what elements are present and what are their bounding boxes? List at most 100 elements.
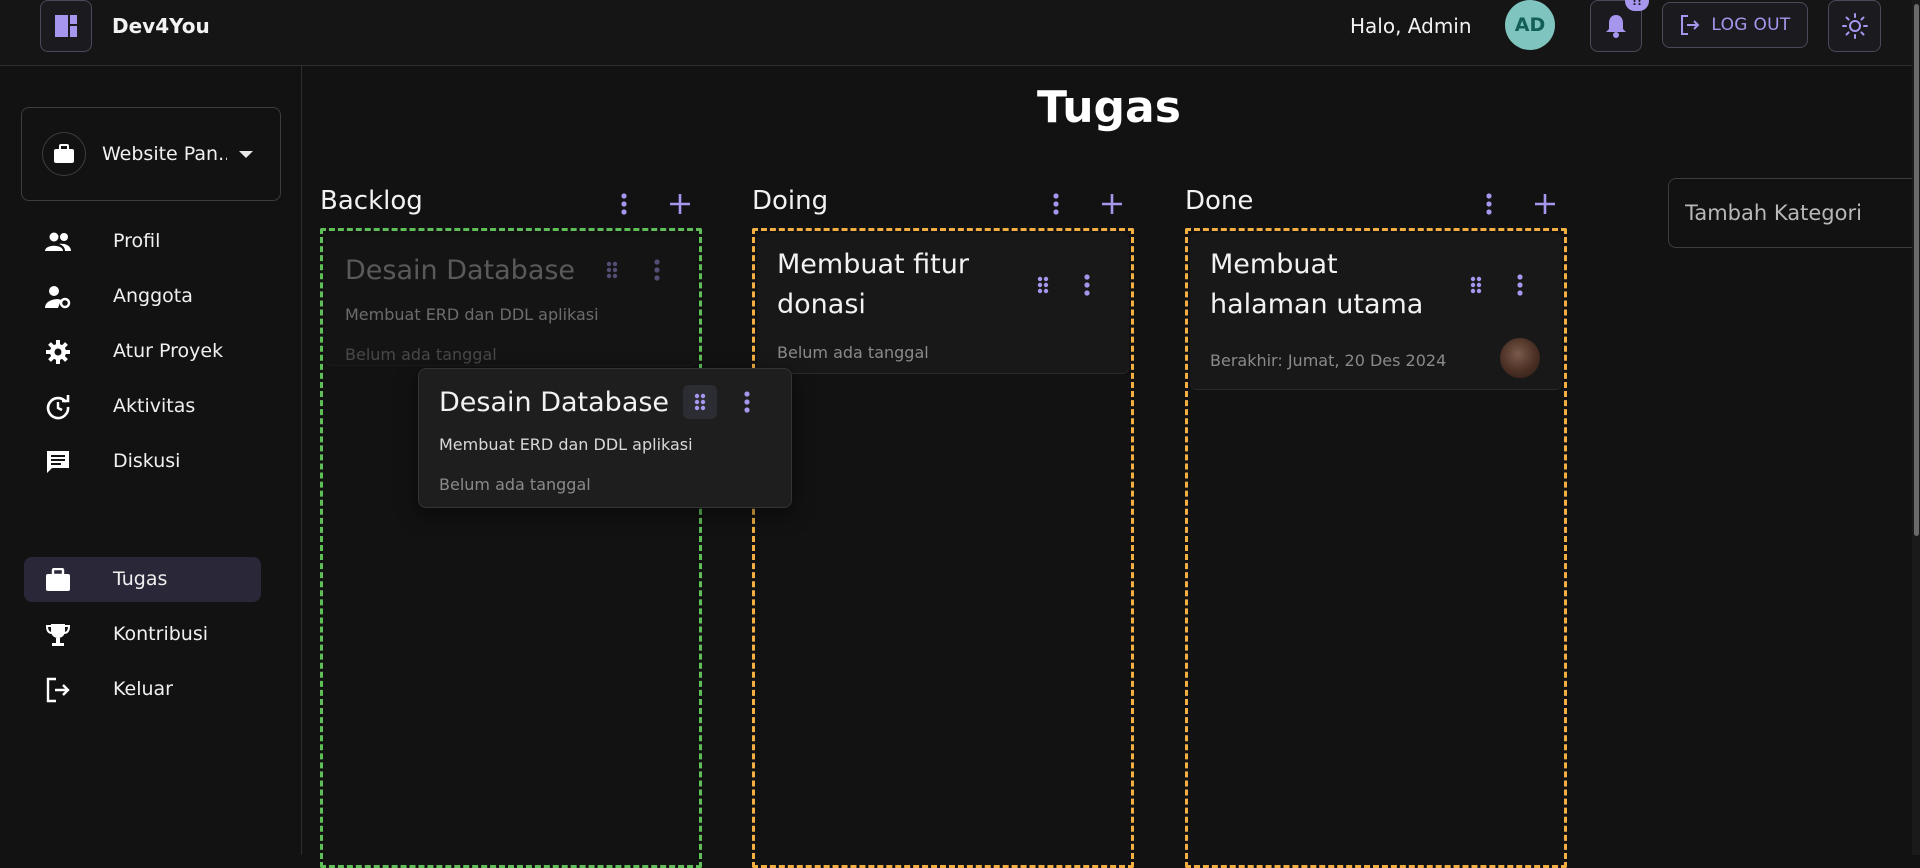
sidebar-item-label: Atur Proyek [113, 340, 224, 362]
add-category-input[interactable] [1685, 201, 1905, 225]
column-dropzone-done[interactable]: Membuat halaman utama Berakhir: Jumat, 2… [1185, 228, 1567, 868]
sidebar-item-label: Kontribusi [113, 623, 208, 645]
sun-icon [1841, 13, 1868, 39]
sidebar-item-atur-proyek[interactable]: Atur Proyek [24, 329, 261, 374]
sidebar-item-tugas[interactable]: Tugas [24, 557, 261, 602]
logout-icon [1681, 15, 1700, 35]
task-title-line-1: Membuat [1210, 249, 1338, 280]
drag-dots-icon [694, 393, 706, 411]
member-settings-icon [44, 283, 72, 311]
drag-handle [595, 253, 629, 287]
drag-handle[interactable] [683, 385, 717, 419]
column-header-backlog: Backlog [320, 186, 710, 220]
chat-icon [44, 448, 72, 476]
more-vertical-icon [744, 391, 750, 413]
column-dropzone-backlog[interactable]: Desain Database Membuat ERD dan DDL apli… [320, 228, 702, 868]
column-title: Doing [752, 186, 829, 216]
dragging-task-card[interactable]: Desain Database Membuat ERD dan DDL apli… [418, 368, 792, 508]
task-date: Belum ada tanggal [439, 475, 591, 494]
task-description: Membuat ERD dan DDL aplikasi [345, 305, 599, 324]
column-title: Backlog [320, 186, 423, 216]
project-selector[interactable]: Website Pan... [21, 107, 281, 201]
card-menu-button[interactable] [1075, 268, 1099, 302]
task-title-line-1: Membuat fitur [777, 249, 969, 280]
column-menu-button[interactable] [1477, 190, 1501, 218]
notification-badge: !! [1625, 0, 1649, 11]
drag-handle[interactable] [1459, 268, 1493, 302]
sidebar-item-label: Diskusi [113, 450, 181, 472]
add-task-button[interactable] [666, 190, 694, 218]
more-vertical-icon [621, 193, 627, 215]
sidebar-item-anggota[interactable]: Anggota [24, 274, 261, 319]
plus-icon [1535, 194, 1555, 214]
drag-dots-icon [1037, 276, 1049, 294]
task-title-line-2: donasi [777, 289, 866, 320]
task-title: Desain Database [345, 255, 576, 286]
sidebar-item-diskusi[interactable]: Diskusi [24, 439, 261, 484]
notifications-button[interactable]: !! [1590, 0, 1649, 52]
task-card[interactable]: Membuat fitur donasi Belum ada tanggal [757, 233, 1129, 373]
project-icon-wrap [42, 132, 86, 176]
logout-button[interactable]: LOG OUT [1662, 2, 1808, 48]
user-greeting: Halo, Admin [1350, 14, 1472, 38]
column-menu-button[interactable] [1044, 190, 1068, 218]
user-avatar[interactable]: AD [1505, 0, 1555, 50]
task-card[interactable]: Membuat halaman utama Berakhir: Jumat, 2… [1190, 233, 1562, 389]
plus-icon [1102, 194, 1122, 214]
top-bar: Dev4You Halo, Admin AD !! LOG OUT [0, 0, 1920, 66]
theme-toggle-button[interactable] [1828, 0, 1881, 52]
drag-handle[interactable] [1026, 268, 1060, 302]
column-dropzone-doing[interactable]: Membuat fitur donasi Belum ada tanggal [752, 228, 1134, 868]
task-date: Berakhir: Jumat, 20 Des 2024 [1210, 351, 1447, 370]
more-vertical-icon [654, 259, 660, 281]
more-vertical-icon [1517, 274, 1523, 296]
column-header-doing: Doing [752, 186, 1142, 220]
sidebar-item-label: Keluar [113, 678, 173, 700]
page-title: Tugas [1037, 82, 1181, 133]
card-menu-button [645, 253, 669, 287]
sidebar-item-label: Tugas [113, 568, 168, 590]
task-description: Membuat ERD dan DDL aplikasi [439, 435, 693, 454]
task-date: Belum ada tanggal [345, 345, 497, 364]
sidebar-item-aktivitas[interactable]: Aktivitas [24, 384, 261, 429]
task-date: Belum ada tanggal [777, 343, 929, 362]
task-card-placeholder: Desain Database Membuat ERD dan DDL apli… [325, 235, 697, 365]
sidebar-item-label: Profil [113, 230, 161, 252]
scrollbar-thumb[interactable] [1914, 4, 1919, 536]
column-title: Done [1185, 186, 1254, 216]
sidebar: Website Pan... Profil Anggota Atur Proye… [0, 66, 302, 855]
more-vertical-icon [1084, 274, 1090, 296]
card-menu-button[interactable] [1508, 268, 1532, 302]
column-header-done: Done [1185, 186, 1575, 220]
more-vertical-icon [1486, 193, 1492, 215]
drag-dots-icon [606, 261, 618, 279]
bell-icon [1606, 15, 1626, 38]
menu-toggle-button[interactable] [40, 0, 92, 52]
chevron-down-icon [239, 150, 253, 158]
sidebar-item-keluar[interactable]: Keluar [24, 667, 261, 712]
plus-icon [670, 194, 690, 214]
card-menu-button[interactable] [735, 385, 759, 419]
drag-dots-icon [1470, 276, 1482, 294]
history-icon [44, 393, 72, 421]
more-vertical-icon [1053, 193, 1059, 215]
task-title-line-2: halaman utama [1210, 289, 1424, 320]
briefcase-icon [54, 144, 74, 163]
people-icon [44, 228, 72, 256]
briefcase-icon [44, 566, 72, 594]
add-task-button[interactable] [1531, 190, 1559, 218]
logout-icon [44, 676, 72, 704]
sidebar-item-kontribusi[interactable]: Kontribusi [24, 612, 261, 657]
gear-icon [44, 338, 72, 366]
project-name: Website Pan... [102, 143, 227, 165]
trophy-icon [44, 621, 72, 649]
logout-label: LOG OUT [1711, 15, 1791, 35]
add-category-field[interactable] [1668, 178, 1920, 248]
sidebar-item-profil[interactable]: Profil [24, 219, 261, 264]
sidebar-item-label: Aktivitas [113, 395, 196, 417]
column-menu-button[interactable] [612, 190, 636, 218]
assignee-avatar[interactable] [1500, 338, 1540, 378]
sidebar-item-label: Anggota [113, 285, 193, 307]
add-task-button[interactable] [1098, 190, 1126, 218]
brand-name: Dev4You [112, 14, 210, 38]
